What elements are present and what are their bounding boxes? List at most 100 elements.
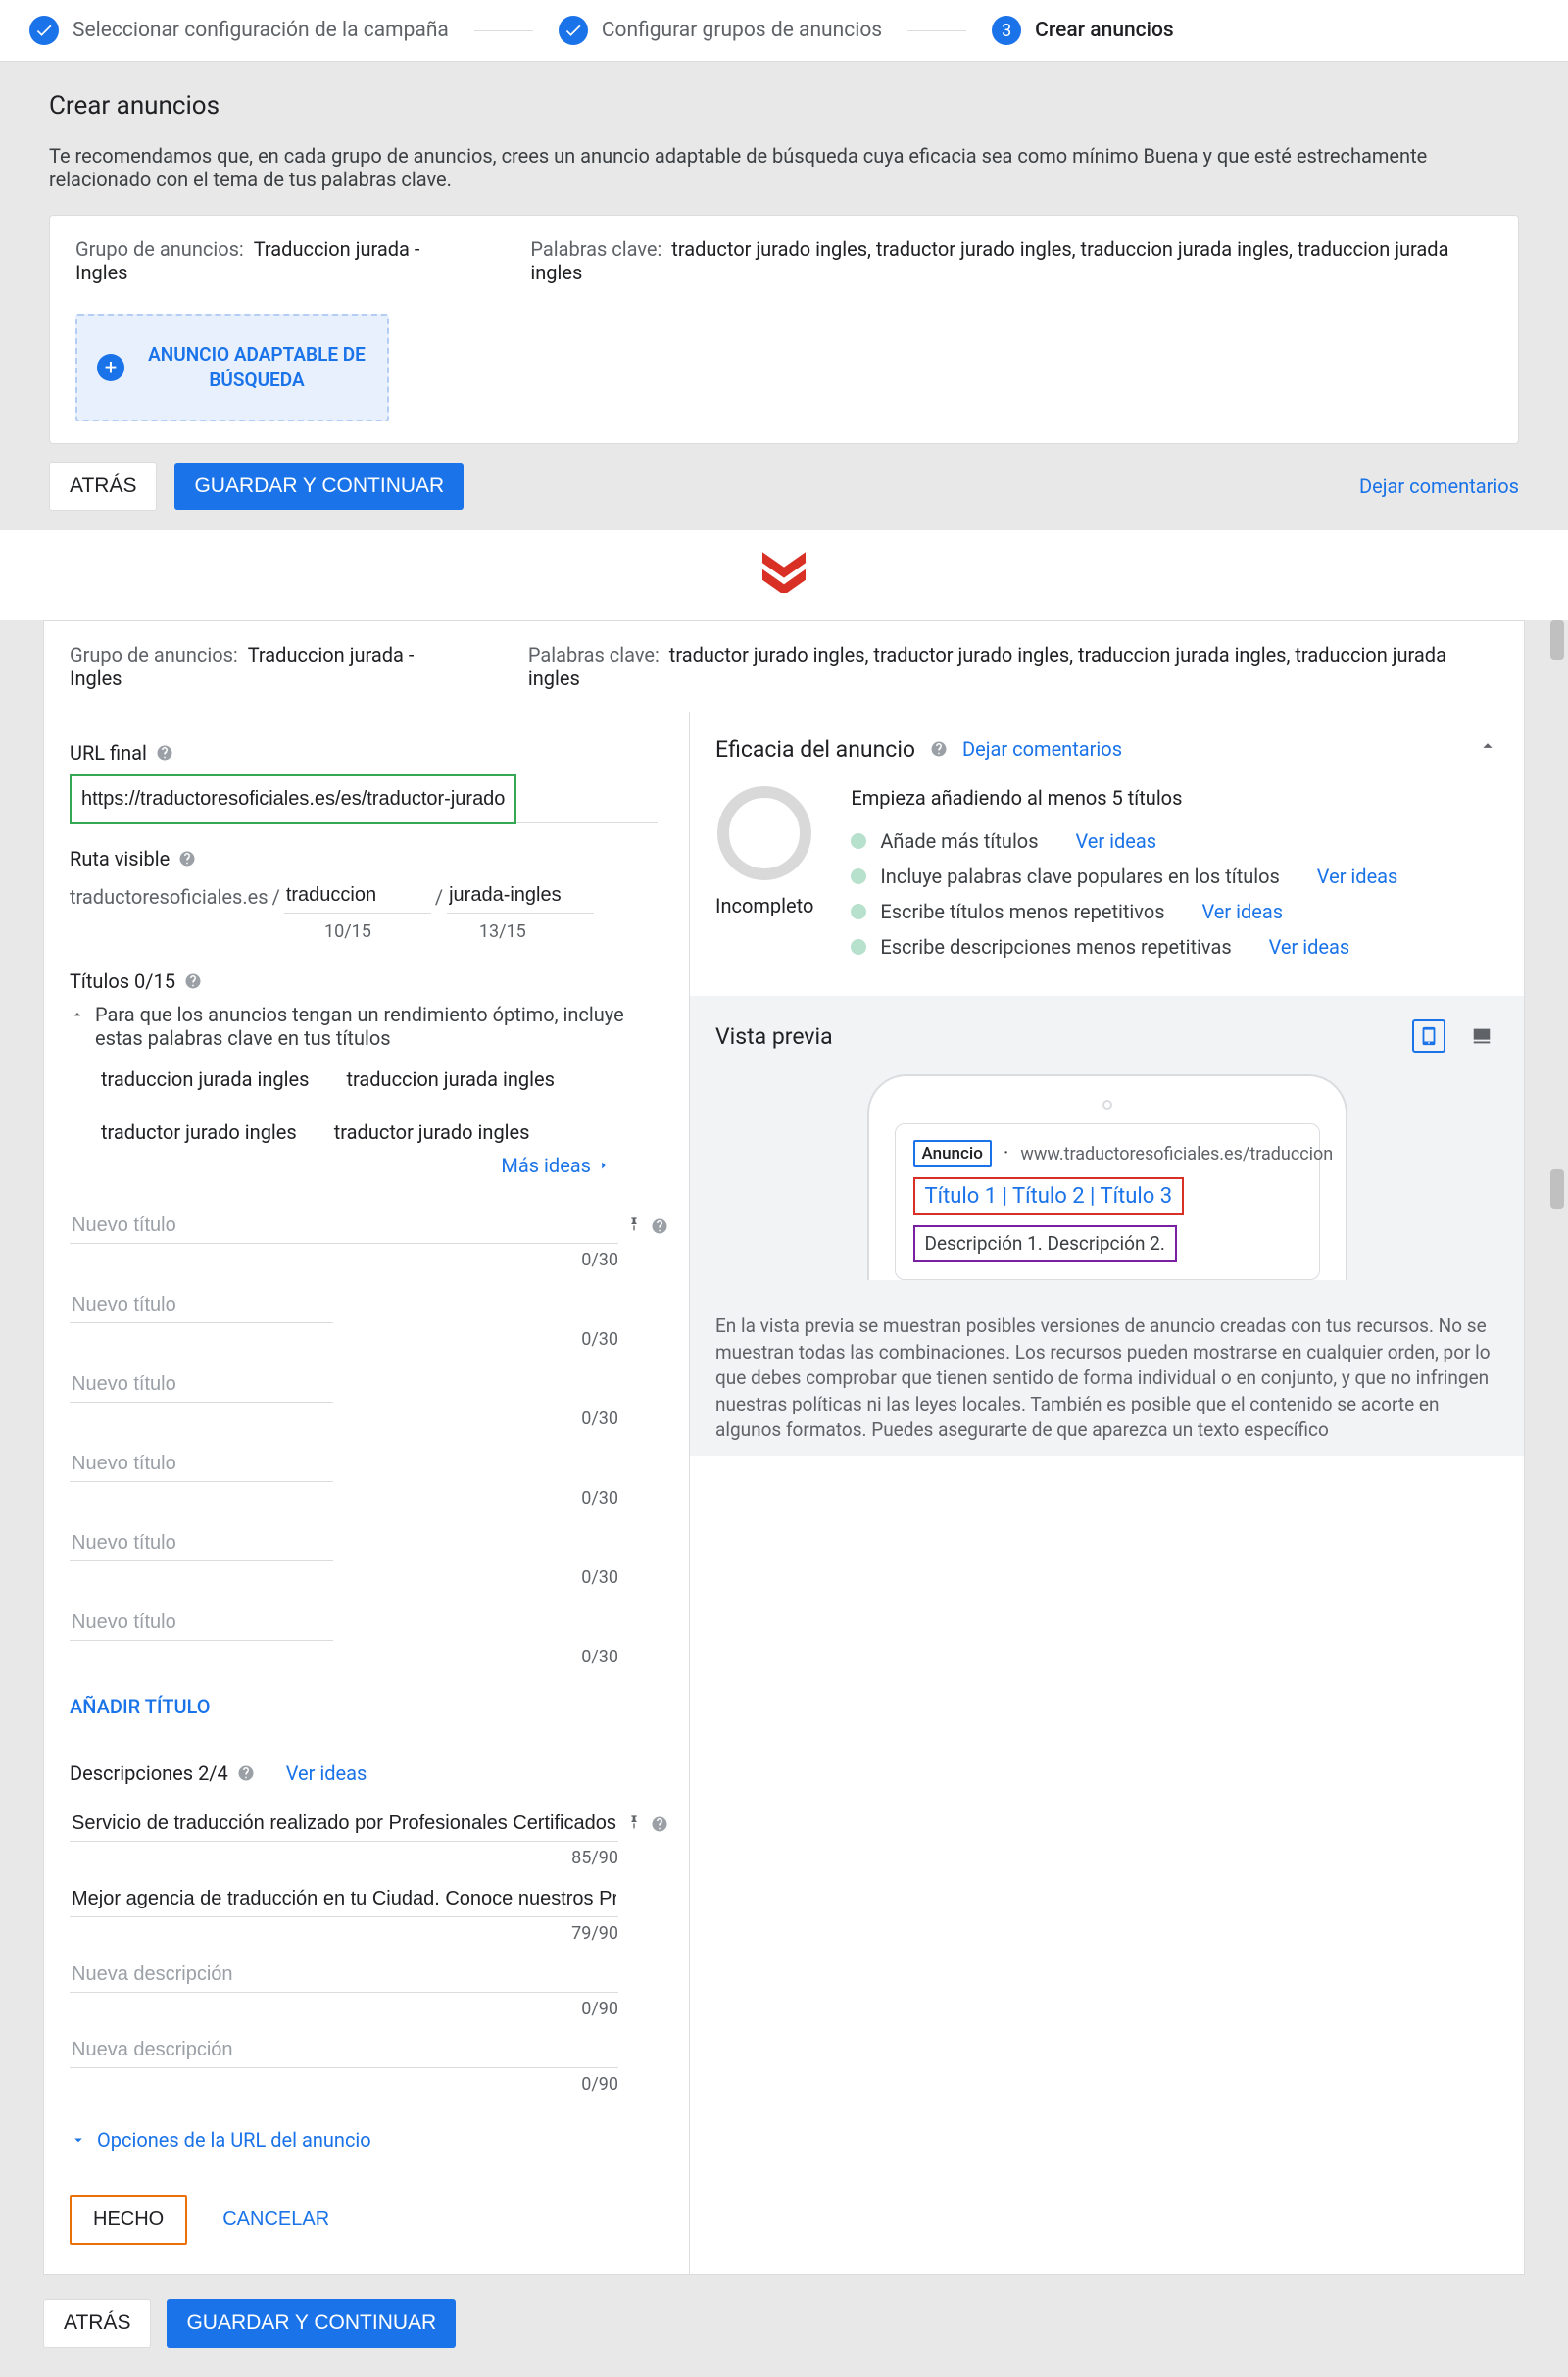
see-ideas-link[interactable]: Ver ideas: [1317, 865, 1398, 888]
ad-card: Anuncio · www.traductoresoficiales.es/tr…: [895, 1123, 1320, 1280]
description-input[interactable]: [70, 1957, 618, 1993]
step-divider: [907, 30, 966, 31]
help-icon[interactable]: [650, 1216, 669, 1236]
scrollbar-thumb[interactable]: [1550, 620, 1564, 660]
final-url-label-text: URL final: [70, 741, 147, 765]
see-ideas-link[interactable]: Ver ideas: [1075, 829, 1156, 853]
see-ideas-link[interactable]: Ver ideas: [1269, 935, 1350, 959]
ad-form: URL final Ruta visible traductoresoficia…: [44, 712, 689, 2274]
path2-input[interactable]: [447, 880, 594, 914]
preview-title: Vista previa: [715, 1023, 833, 1050]
phone-speaker-icon: [1102, 1100, 1112, 1110]
mobile-icon[interactable]: [1412, 1019, 1446, 1053]
back-button[interactable]: ATRÁS: [43, 2299, 151, 2348]
ad-url-sep: ·: [1004, 1142, 1009, 1165]
title-input[interactable]: [70, 1209, 618, 1244]
display-path-row: traductoresoficiales.es / /: [70, 880, 669, 914]
description-input[interactable]: [70, 1807, 618, 1842]
desc-count: 0/90: [70, 1999, 618, 2019]
step-2[interactable]: Configurar grupos de anuncios: [559, 16, 882, 45]
strength-gauge: Incompleto: [715, 786, 813, 970]
pin-icon[interactable]: [626, 1812, 642, 1836]
path-counts: 10/15 13/15: [70, 921, 669, 942]
more-ideas-link[interactable]: Más ideas: [70, 1154, 669, 1177]
kw-suggestion[interactable]: traduccion jurada ingles: [346, 1067, 554, 1091]
page-description: Te recomendamos que, en cada grupo de an…: [49, 144, 1519, 191]
path1-input[interactable]: [284, 880, 431, 914]
step-3[interactable]: 3 Crear anuncios: [992, 16, 1174, 45]
strength-item: Incluye palabras clave populares en los …: [851, 865, 1498, 888]
ad-group-card: Grupo de anuncios: Traduccion jurada - I…: [49, 215, 1519, 444]
path-sep: /: [435, 885, 443, 909]
add-title-button[interactable]: AÑADIR TÍTULO: [70, 1695, 669, 1718]
strength-ring-icon: [717, 786, 811, 880]
kw-suggestion[interactable]: traductor jurado ingles: [334, 1120, 530, 1144]
rsa-button-label: ANUNCIO ADAPTABLE DE BÚSQUEDA: [146, 342, 368, 392]
save-continue-button[interactable]: GUARDAR Y CONTINUAR: [167, 2299, 456, 2348]
more-ideas-text: Más ideas: [501, 1154, 591, 1177]
keywords-value: traductor jurado ingles, traductor jurad…: [528, 643, 1446, 690]
titles-hint-text: Para que los anuncios tengan un rendimie…: [95, 1003, 669, 1050]
strength-item-text: Incluye palabras clave populares en los …: [880, 865, 1280, 888]
description-input[interactable]: [70, 1882, 618, 1917]
help-icon[interactable]: [183, 971, 203, 991]
plus-icon: +: [97, 354, 124, 381]
bottom-actions: ATRÁS GUARDAR Y CONTINUAR: [43, 2299, 1525, 2348]
see-ideas-link[interactable]: Ver ideas: [1202, 900, 1284, 923]
strength-item: Escribe títulos menos repetitivos Ver id…: [851, 900, 1498, 923]
step-3-label: Crear anuncios: [1035, 19, 1174, 42]
help-icon[interactable]: [177, 849, 197, 868]
title-input[interactable]: [70, 1367, 333, 1403]
ad-url: www.traductoresoficiales.es/traduccion: [1020, 1144, 1333, 1164]
title-input[interactable]: [70, 1526, 333, 1561]
preview-block: Vista previa Anuncio · www.traductoresof…: [690, 996, 1524, 1456]
url-options-toggle[interactable]: Opciones de la URL del anuncio: [70, 2128, 669, 2152]
title-input[interactable]: [70, 1447, 333, 1482]
ad-badge: Anuncio: [913, 1140, 992, 1167]
strength-item-text: Escribe títulos menos repetitivos: [880, 900, 1164, 923]
cancel-button[interactable]: CANCELAR: [217, 2195, 335, 2245]
kw-suggestion[interactable]: traduccion jurada ingles: [101, 1067, 309, 1091]
kw-suggestion[interactable]: traductor jurado ingles: [101, 1120, 297, 1144]
pin-icon[interactable]: [626, 1214, 642, 1238]
final-url-input[interactable]: [70, 774, 516, 824]
collapse-icon[interactable]: [1477, 735, 1498, 763]
ad-url-row: Anuncio · www.traductoresoficiales.es/tr…: [913, 1140, 1301, 1167]
scrollbar-thumb[interactable]: [1550, 1169, 1564, 1209]
feedback-link[interactable]: Dejar comentarios: [1359, 474, 1519, 498]
feedback-link[interactable]: Dejar comentarios: [962, 737, 1122, 761]
title-count: 0/30: [70, 1567, 618, 1588]
status-dot-icon: [851, 868, 866, 884]
ad-strength-title: Eficacia del anuncio: [715, 736, 915, 763]
title-count: 0/30: [70, 1409, 618, 1429]
ad-preview-titles: Título 1 | Título 2 | Título 3: [913, 1177, 1185, 1215]
url-options-label: Opciones de la URL del anuncio: [97, 2128, 371, 2152]
title-count: 0/30: [70, 1647, 618, 1667]
help-icon[interactable]: [650, 1814, 669, 1834]
step-2-label: Configurar grupos de anuncios: [602, 19, 882, 42]
check-icon: [559, 16, 588, 45]
help-icon[interactable]: [155, 743, 174, 763]
preview-header: Vista previa: [715, 1019, 1498, 1053]
chevron-up-icon[interactable]: [70, 1003, 85, 1050]
title-input[interactable]: [70, 1288, 333, 1323]
save-continue-button[interactable]: GUARDAR Y CONTINUAR: [174, 463, 464, 510]
titles-hint: Para que los anuncios tengan un rendimie…: [70, 1003, 669, 1050]
help-icon[interactable]: [929, 739, 949, 759]
back-button[interactable]: ATRÁS: [49, 462, 157, 511]
check-icon: [29, 16, 59, 45]
desc-ideas-link[interactable]: Ver ideas: [286, 1761, 368, 1785]
path-sep: /: [272, 885, 280, 909]
status-dot-icon: [851, 904, 866, 919]
step-1[interactable]: Seleccionar configuración de la campaña: [29, 16, 449, 45]
done-button[interactable]: HECHO: [70, 2195, 187, 2245]
desc-count: 79/90: [70, 1923, 618, 1944]
page-title: Crear anuncios: [49, 91, 1519, 121]
description-input[interactable]: [70, 2033, 618, 2068]
title-input[interactable]: [70, 1606, 333, 1641]
section-divider: [0, 530, 1568, 620]
desktop-icon[interactable]: [1465, 1019, 1498, 1053]
responsive-search-ad-button[interactable]: + ANUNCIO ADAPTABLE DE BÚSQUEDA: [75, 314, 389, 421]
help-icon[interactable]: [236, 1763, 256, 1783]
keywords-label: Palabras clave:: [528, 643, 660, 667]
